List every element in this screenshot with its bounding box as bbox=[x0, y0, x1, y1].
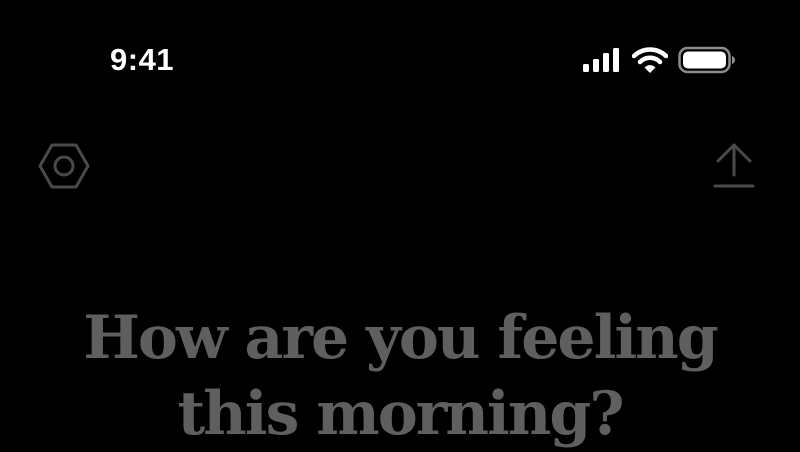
settings-button[interactable] bbox=[36, 140, 92, 196]
settings-hexagon-icon bbox=[38, 143, 90, 194]
share-upload-icon bbox=[712, 139, 756, 194]
status-icons bbox=[582, 44, 736, 76]
top-toolbar bbox=[0, 130, 800, 200]
wifi-icon bbox=[632, 46, 668, 74]
prompt-line-2: this morning? bbox=[177, 379, 624, 449]
prompt-heading: How are you feeling this morning? bbox=[0, 300, 800, 452]
share-button[interactable] bbox=[708, 136, 760, 196]
prompt-line-1: How are you feeling bbox=[83, 303, 719, 373]
status-time: 9:41 bbox=[110, 42, 175, 77]
cellular-signal-icon bbox=[582, 47, 622, 73]
status-bar: 9:41 bbox=[0, 0, 800, 110]
battery-icon bbox=[678, 46, 736, 74]
